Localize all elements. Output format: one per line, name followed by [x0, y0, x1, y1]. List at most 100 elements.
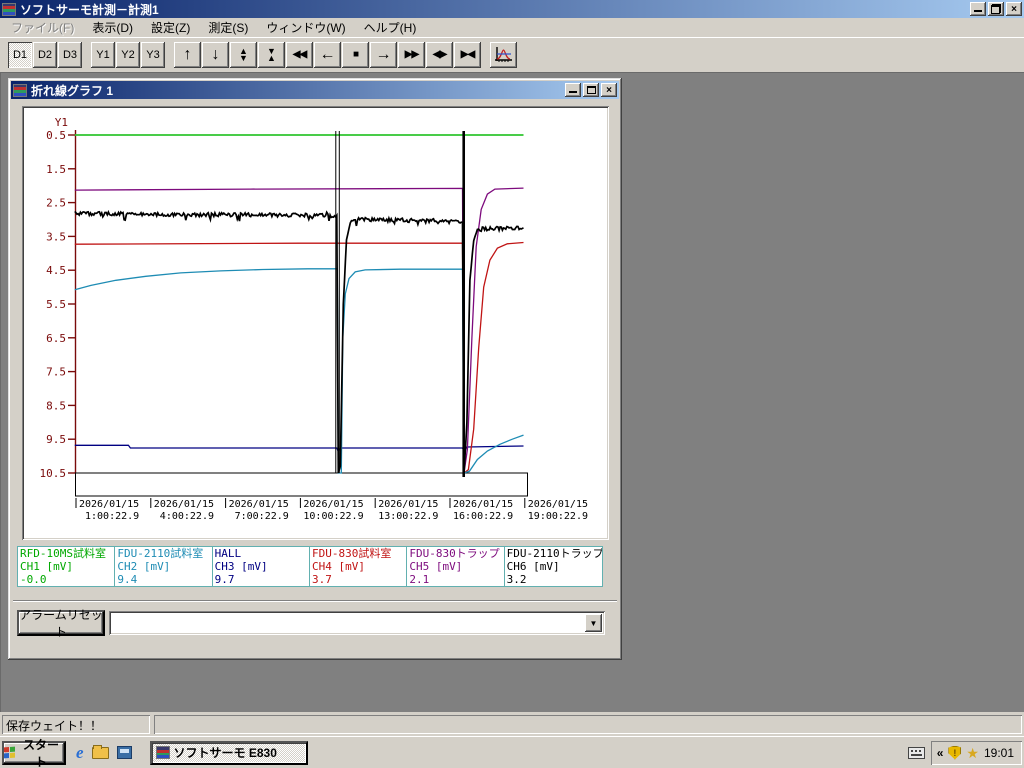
menu-item-s[interactable]: 測定(S) [199, 17, 257, 38]
series-ch3 [74, 444, 524, 453]
tray-collapse-icon[interactable]: « [937, 746, 944, 760]
keyboard-layout-icon[interactable] [907, 746, 925, 759]
toolbar-button-y1[interactable]: Y1 [91, 42, 115, 68]
svg-text:8.5: 8.5 [46, 399, 66, 412]
task-button-softthermo[interactable]: ソフトサーモ E830 [149, 740, 308, 765]
menu-item-z[interactable]: 設定(Z) [142, 17, 199, 38]
alarm-reset-button[interactable]: アラームリセット [17, 608, 105, 639]
menubar: ファイル(F) 表示(D) 設定(Z) 測定(S) ウィンドウ(W) ヘルプ(H) [0, 18, 1024, 37]
internet-explorer-icon[interactable]: e [76, 744, 84, 761]
minimize-icon [974, 4, 982, 12]
svg-text:13:00:22.9: 13:00:22.9 [378, 511, 438, 522]
expand-vertical-button[interactable]: ▲ ▼ [230, 42, 257, 68]
svg-text:4.5: 4.5 [46, 264, 66, 277]
start-label: スタート [22, 737, 59, 768]
legend-channel-name: FDU-830試料室 [312, 547, 392, 560]
alarm-combobox[interactable]: ▼ [109, 611, 605, 635]
task-button-label: ソフトサーモ E830 [173, 746, 277, 760]
toolbar-button-y3[interactable]: Y3 [141, 42, 165, 68]
star-icon[interactable]: ★ [966, 746, 979, 760]
channel-legend: RFD-10MS試料室 CH1 [mV] -0.0 FDU-2110試料室 CH2 [m… [17, 546, 603, 587]
graph-window-titlebar: 折れ線グラフ 1 × [11, 81, 619, 99]
legend-channel-value: 3.7 [312, 573, 332, 586]
svg-text:2026/01/15: 2026/01/15 [528, 499, 588, 510]
start-button[interactable]: スタート [2, 738, 66, 768]
legend-channel-name: RFD-10MS試料室 [20, 547, 106, 560]
mdi-background: 折れ線グラフ 1 × Y1 0.5 1.5 2.5 3.5 4.5 5.5 6.5 7.5 8.5… [0, 72, 1024, 712]
svg-text:Y1: Y1 [55, 116, 68, 129]
svg-text:10.5: 10.5 [40, 467, 67, 480]
graph-minimize-button[interactable] [565, 83, 581, 97]
show-desktop-icon[interactable] [116, 746, 132, 759]
compress-horizontal-button[interactable]: ▶◀ [454, 42, 481, 68]
scroll-down-button[interactable]: ↓ [202, 42, 229, 68]
security-shield-icon[interactable]: ! [948, 745, 962, 760]
svg-text:1.5: 1.5 [46, 163, 66, 176]
legend-cell-ch2: FDU-2110試料室 CH2 [mV] 9.4 [115, 547, 213, 586]
step-right-button[interactable]: → [370, 42, 397, 68]
legend-channel-unit: CH3 [mV] [214, 560, 268, 573]
toolbar-button-d3[interactable]: D3 [58, 42, 82, 68]
menu-item-f: ファイル(F) [11, 21, 75, 35]
legend-channel-value: 9.7 [214, 573, 235, 586]
svg-text:10:00:22.9: 10:00:22.9 [303, 511, 363, 522]
graph-window: 折れ線グラフ 1 × Y1 0.5 1.5 2.5 3.5 4.5 5.5 6.5 7.5 8.5… [8, 78, 622, 660]
status-panel [154, 714, 1022, 734]
status-message: 保存ウェイト！！ [2, 714, 150, 734]
separator [13, 600, 617, 602]
legend-channel-unit: CH5 [mV] [409, 560, 463, 573]
svg-text:16:00:22.9: 16:00:22.9 [453, 511, 513, 522]
statusbar: 保存ウェイト！！ [0, 712, 1024, 736]
svg-text:2026/01/15: 2026/01/15 [453, 499, 513, 510]
legend-channel-value: 2.1 [409, 573, 430, 586]
main-window-title: ソフトサーモ計測－計測1 [20, 2, 159, 17]
legend-cell-ch6: FDU-2110トラップ CH6 [mV] 3.2 [505, 547, 602, 586]
svg-text:2.5: 2.5 [46, 197, 66, 210]
svg-text:9.5: 9.5 [46, 433, 66, 446]
graph-close-button[interactable]: × [601, 83, 617, 97]
fast-forward-button[interactable]: ▶▶ [398, 42, 425, 68]
close-icon: × [606, 84, 612, 96]
compress-vertical-button[interactable]: ▼ ▲ [258, 42, 285, 68]
rewind-button[interactable]: ◀◀ [286, 42, 313, 68]
svg-text:0.5: 0.5 [46, 129, 66, 142]
minimize-button[interactable] [970, 2, 986, 16]
close-icon: × [1011, 3, 1017, 15]
graph-window-icon [13, 83, 27, 97]
svg-text:2026/01/15: 2026/01/15 [303, 499, 363, 510]
step-left-button[interactable]: ← [314, 42, 341, 68]
combobox-dropdown-button[interactable]: ▼ [585, 614, 602, 632]
svg-text:3.5: 3.5 [46, 230, 66, 243]
restore-icon [991, 4, 1001, 14]
series-ch2 [74, 268, 524, 474]
menu-item-d[interactable]: 表示(D) [83, 17, 142, 38]
graph-maximize-button[interactable] [583, 83, 599, 97]
toolbar: D1 D2 D3 Y1 Y2 Y3 ↑ ↓ ▲ ▼ ▼ ▲ ◀◀ ← ■ → ▶▶ ◀▶ ▶◀ [0, 37, 1024, 72]
svg-text:7.5: 7.5 [46, 366, 66, 379]
toolbar-button-d1[interactable]: D1 [8, 42, 32, 68]
svg-text:19:00:22.9: 19:00:22.9 [528, 511, 588, 522]
toolbar-button-y2[interactable]: Y2 [116, 42, 140, 68]
menu-item-h[interactable]: ヘルプ(H) [355, 17, 426, 38]
stop-button[interactable]: ■ [342, 42, 369, 68]
legend-channel-value: 9.4 [117, 573, 138, 586]
close-button[interactable]: × [1006, 2, 1022, 16]
menu-item-w[interactable]: ウィンドウ(W) [257, 17, 354, 38]
toolbar-button-d2[interactable]: D2 [33, 42, 57, 68]
minimize-icon [569, 85, 577, 93]
graph-settings-button[interactable] [490, 42, 517, 68]
graph-window-title: 折れ線グラフ 1 [31, 83, 114, 98]
legend-channel-value: -0.0 [20, 573, 47, 586]
restore-button[interactable] [988, 2, 1004, 16]
series-ch5 [74, 187, 524, 474]
svg-text:2026/01/15: 2026/01/15 [378, 499, 438, 510]
svg-text:2026/01/15: 2026/01/15 [154, 499, 214, 510]
windows-logo-icon [4, 746, 15, 759]
scroll-up-button[interactable]: ↑ [174, 42, 201, 68]
system-tray: « ! ★ 19:01 [907, 741, 1022, 765]
legend-channel-name: FDU-2110トラップ [506, 547, 602, 560]
expand-horizontal-button[interactable]: ◀▶ [426, 42, 453, 68]
tray-panel: « ! ★ 19:01 [931, 741, 1022, 765]
folder-icon[interactable] [91, 744, 109, 759]
legend-channel-name: FDU-830トラップ [409, 547, 500, 560]
